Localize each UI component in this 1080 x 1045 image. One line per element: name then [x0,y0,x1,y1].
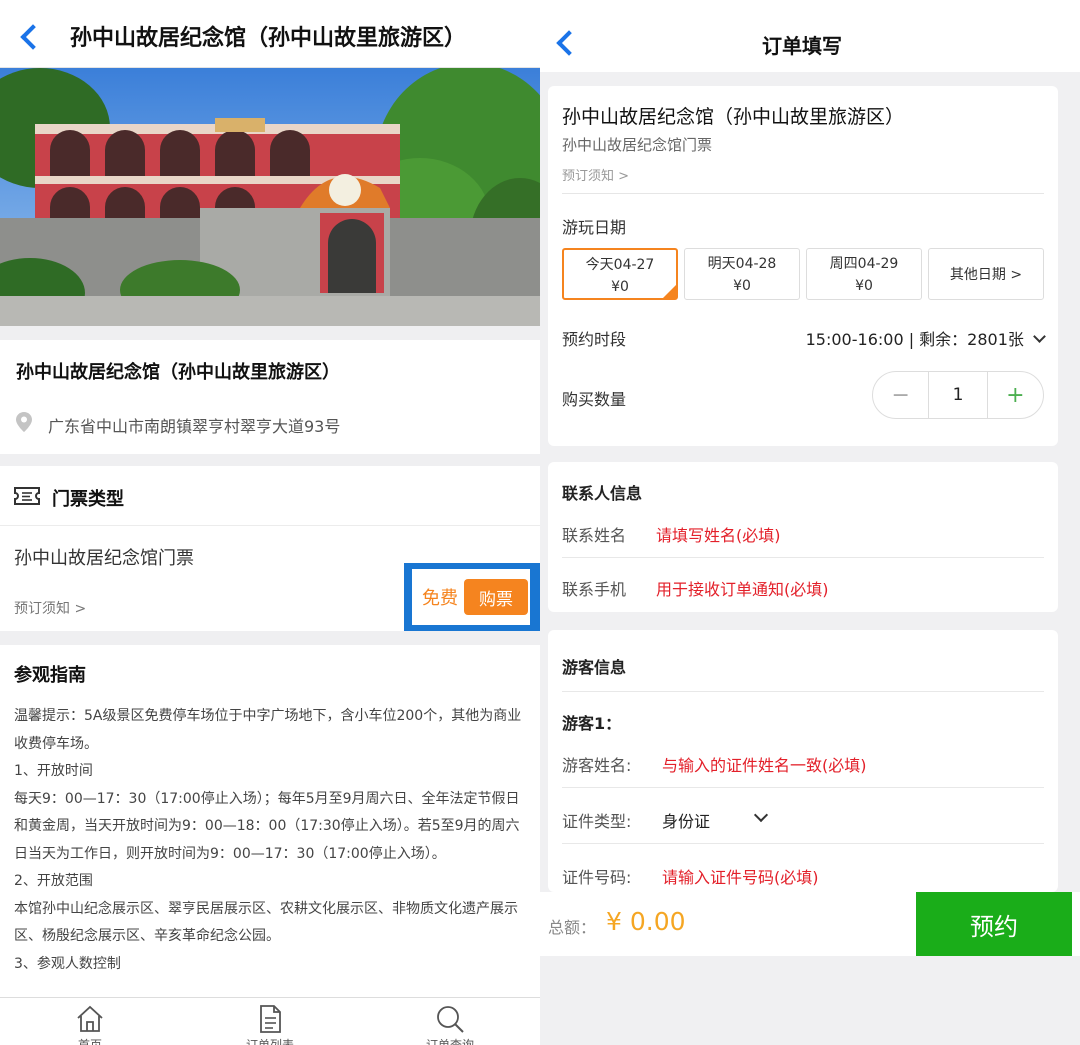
contact-info-title: 联系人信息 [562,484,643,503]
tab-order-list[interactable]: 订单列表 [210,1004,330,1045]
date-option-tomorrow[interactable]: 明天04-28 ¥0 [684,248,800,300]
date-option-price: ¥0 [733,278,751,294]
divider [562,691,1044,692]
date-option-other[interactable]: 其他日期 > [928,248,1044,300]
attraction-info: 孙中山故居纪念馆（孙中山故里旅游区） 广东省中山市南朗镇翠亨村翠亨大道93号 [0,340,540,454]
buy-ticket-button[interactable]: 购票 [464,579,528,615]
contact-phone-input[interactable]: 用于接收订单通知(必填) [656,576,829,600]
date-option-price: ¥0 [855,278,873,294]
contact-name-label: 联系姓名 [562,526,627,545]
contact-name-row: 联系姓名 请填写姓名(必填) [562,508,1044,558]
book-button[interactable]: 预约 [916,892,1072,956]
order-form-screen: 订单填写 孙中山故居纪念馆（孙中山故里旅游区） 孙中山故居纪念馆门票 预订须知 … [540,0,1080,1045]
date-option-thursday[interactable]: 周四04-29 ¥0 [806,248,922,300]
visitor-info-title: 游客信息 [562,658,627,677]
attraction-name: 孙中山故居纪念馆（孙中山故里旅游区） [16,362,340,383]
guide-paragraph: 温馨提示：5A级景区免费停车场位于中字广场地下，含小车位200个，其他为商业收费… [14,708,522,752]
time-slot-value: 15:00-16:00 | 剩余：2801张 [805,330,1024,349]
divider [562,193,1044,194]
date-option-day: 明天04-28 [707,256,777,272]
contact-phone-label: 联系手机 [562,580,627,599]
date-option-price: ¥0 [611,279,629,295]
chevron-down-icon [1033,330,1046,343]
time-slot-dropdown[interactable]: 15:00-16:00 | 剩余：2801张 [805,326,1046,350]
tab-home-label: 首页 [77,1038,102,1045]
visitor-number-label: 游客1： [562,714,622,733]
ticket-subtitle: 孙中山故居纪念馆门票 [562,136,713,154]
ticket-icon [14,487,40,505]
id-number-label: 证件号码: [562,868,632,887]
guide-heading: 1、开放时间 [14,763,93,779]
id-type-label: 证件类型: [562,812,632,831]
other-dates-label: 其他日期 > [949,267,1023,283]
total-label: 总额： [548,918,597,937]
ticket-booking-card: 孙中山故居纪念馆（孙中山故里旅游区） 孙中山故居纪念馆门票 预订须知 > 游玩日… [548,86,1058,446]
quantity-plus-button[interactable]: + [988,372,1043,418]
ticket-type-title: 门票类型 [52,489,124,510]
selected-corner-icon [663,285,676,298]
location-pin-icon [16,412,32,432]
attraction-address[interactable]: 广东省中山市南朗镇翠亨村翠亨大道93号 [48,413,340,437]
total-amount: ¥ 0.00 [606,907,686,936]
date-option-day: 今天04-27 [585,257,655,273]
visit-guide-body: 温馨提示：5A级景区免费停车场位于中字广场地下，含小车位200个，其他为商业收费… [14,703,526,978]
guide-paragraph: 每天9：00—17：30（17:00停止入场）；每年5月至9月周六日、全年法定节… [14,790,520,862]
search-icon [437,1006,464,1033]
visitor-info-card: 游客信息 游客1： 游客姓名: 与输入的证件姓名一致(必填) 证件类型: 身份证… [548,630,1058,892]
id-type-value: 身份证 [662,812,711,831]
page-title: 订单填写 [762,34,842,58]
date-option-today[interactable]: 今天04-27 ¥0 [562,248,678,300]
quantity-label: 购买数量 [562,390,627,409]
time-slot-label: 预约时段 [562,330,627,349]
guide-heading: 2、开放范围 [14,873,93,889]
buy-area: 免费 购票 [412,569,530,625]
booking-notice-link[interactable]: 预订须知 > [14,598,86,618]
attraction-photo [0,68,540,326]
quantity-value[interactable]: 1 [928,372,988,418]
guide-paragraph: 本馆孙中山纪念展示区、翠亨民居展示区、农耕文化展示区、非物质文化遗产展示区、杨殷… [14,900,518,945]
document-icon [260,1005,281,1033]
nav-bar: 订单填写 [540,0,1080,72]
visitor-name-row: 游客姓名: 与输入的证件姓名一致(必填) [562,738,1044,788]
attraction-detail-screen: 孙中山故居纪念馆（孙中山故里旅游区） 孙中山故居纪念馆（孙中山故里旅游区） 广东… [0,0,540,1045]
contact-name-input[interactable]: 请填写姓名(必填) [656,522,781,546]
ticket-name: 孙中山故居纪念馆门票 [14,548,194,569]
buy-highlight-box: 免费 购票 [404,563,540,631]
chevron-down-icon [753,807,769,823]
tab-order-list-label: 订单列表 [245,1038,294,1045]
quantity-minus-button[interactable]: − [873,372,928,418]
date-option-day: 周四04-29 [829,256,899,272]
tab-order-query[interactable]: 订单查询 [390,1004,510,1045]
visitor-idtype-row[interactable]: 证件类型: 身份证 [562,794,1044,844]
quantity-stepper: − 1 + [872,371,1044,419]
building-illustration [0,68,540,326]
visitor-name-input[interactable]: 与输入的证件姓名一致(必填) [662,752,867,776]
visit-guide-title: 参观指南 [14,665,86,686]
ticket-type-section: 门票类型 孙中山故居纪念馆门票 预订须知 > 免费 购票 [0,466,540,631]
checkout-bar: 总额： ¥ 0.00 预约 [540,892,1080,956]
ticket-attraction-name: 孙中山故居纪念馆（孙中山故里旅游区） [562,106,905,128]
contact-phone-row: 联系手机 用于接收订单通知(必填) [562,562,1044,612]
bottom-tab-bar: 首页 订单列表 订单查询 [0,997,540,1045]
page-title: 孙中山故居纪念馆（孙中山故里旅游区） [70,26,467,51]
ticket-type-header: 门票类型 [0,466,540,526]
guide-heading: 3、参观人数控制 [14,955,121,972]
ticket-price: 免费 [422,588,458,609]
id-number-input[interactable]: 请输入证件号码(必填) [662,864,819,888]
visitor-name-label: 游客姓名: [562,756,632,775]
home-icon [77,1005,103,1032]
tab-order-query-label: 订单查询 [425,1038,474,1045]
tab-home[interactable]: 首页 [30,1004,150,1045]
visitor-idno-row: 证件号码: 请输入证件号码(必填) [562,850,1044,892]
visit-guide: 参观指南 温馨提示：5A级景区免费停车场位于中字广场地下，含小车位200个，其他… [0,645,540,997]
booking-notice-link[interactable]: 预订须知 > [562,165,629,184]
contact-info-card: 联系人信息 联系姓名 请填写姓名(必填) 联系手机 用于接收订单通知(必填) [548,462,1058,612]
nav-bar: 孙中山故居纪念馆（孙中山故里旅游区） [0,0,540,68]
back-chevron-icon[interactable] [20,24,46,50]
visit-date-label: 游玩日期 [562,218,627,237]
